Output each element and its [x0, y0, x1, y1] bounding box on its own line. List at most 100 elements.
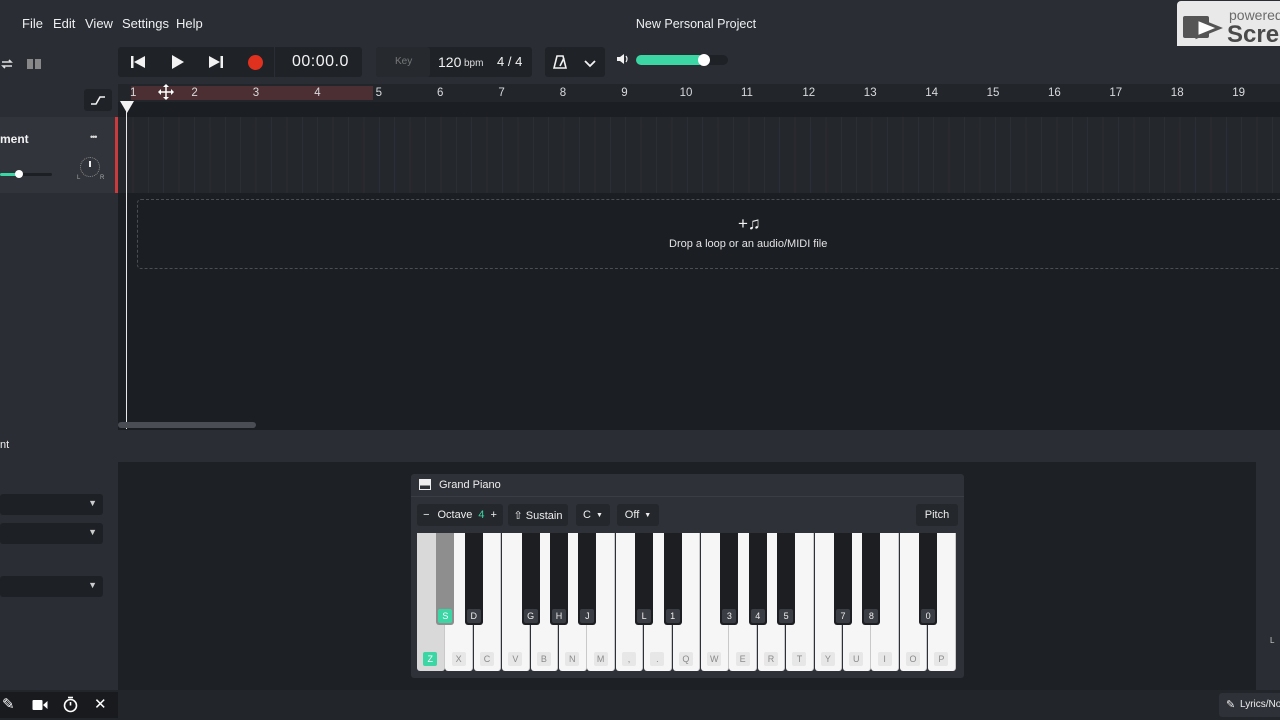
split-view-icon[interactable] [24, 54, 44, 74]
key-shortcut-label: Y [820, 652, 835, 666]
volume-icon [614, 50, 632, 68]
chevron-down-icon: ▼ [596, 511, 603, 519]
project-title: New Personal Project [635, 17, 757, 31]
piano-black-key[interactable]: 4 [748, 533, 767, 625]
drop-zone[interactable]: +♫ Drop a loop or an audio/MIDI file [137, 199, 1280, 269]
piano-black-key[interactable]: S [436, 533, 455, 625]
piano-black-key[interactable]: 3 [720, 533, 739, 625]
track-volume-handle[interactable] [15, 170, 23, 178]
piano-black-key[interactable]: 8 [862, 533, 881, 625]
menu-bar: File Edit View Settings Help New Persona… [0, 0, 1280, 46]
settings-dropdown-3[interactable]: ▼ [0, 576, 103, 597]
piano-divider [411, 496, 964, 497]
play-button[interactable] [166, 51, 190, 73]
key-shortcut-label: 4 [750, 609, 765, 623]
key-shortcut-label: E [735, 652, 750, 666]
track-more-button[interactable]: ••• [90, 132, 98, 142]
track-header[interactable]: ment ••• L R [0, 117, 118, 193]
metronome-dropdown[interactable] [578, 52, 602, 76]
piano-black-key[interactable]: 0 [919, 533, 938, 625]
lyrics-notes-button[interactable]: ✎ Lyrics/No [1219, 693, 1280, 717]
tempo-value[interactable]: 120 [438, 54, 461, 70]
transport-bar: 00:00.0 Key 120 bpm 4 / 4 [0, 46, 1280, 84]
octave-down-button[interactable]: − [423, 509, 429, 521]
key-shortcut-label: W [707, 652, 722, 666]
settings-dropdown-1[interactable]: ▼ [0, 494, 103, 515]
automation-icon [91, 96, 105, 105]
ruler-bar-number: 15 [986, 87, 1000, 99]
key-shortcut-label: L [637, 609, 652, 623]
key-shortcut-label: O [906, 652, 921, 666]
ruler-bar-number: 18 [1170, 87, 1184, 99]
key-shortcut-label: Q [678, 652, 693, 666]
sustain-button[interactable]: ⇧ Sustain [508, 504, 568, 526]
key-shortcut-label: 7 [836, 609, 850, 623]
master-volume-slider[interactable] [636, 54, 728, 66]
camera-icon[interactable] [32, 699, 48, 711]
pitch-button[interactable]: Pitch [916, 504, 958, 526]
key-shortcut-label: 1 [665, 609, 680, 623]
chevron-down-icon: ▼ [88, 498, 97, 508]
metronome-button[interactable] [548, 50, 572, 74]
skip-forward-icon [209, 56, 223, 68]
ruler-bar-number: 6 [437, 87, 444, 99]
piano-black-key[interactable]: 7 [834, 533, 852, 625]
editor-panel-title: nt [0, 439, 10, 451]
close-icon[interactable]: ✕ [94, 695, 107, 713]
skip-back-button[interactable] [126, 51, 150, 73]
ruler-bar-number: 4 [314, 87, 321, 99]
piano-black-key[interactable]: H [550, 533, 568, 625]
piano-black-key[interactable]: L [635, 533, 654, 625]
time-signature[interactable]: 4 / 4 [497, 54, 522, 69]
screen-recorder-toolbar: ✎ ✕ [0, 692, 118, 718]
track-name[interactable]: ment [0, 132, 29, 146]
piano-black-key[interactable]: D [464, 533, 483, 625]
key-shortcut-label: Z [423, 652, 438, 666]
loop-toggle-icon[interactable] [0, 54, 14, 74]
key-shortcut-label: B [536, 652, 551, 666]
key-shortcut-label: D [466, 609, 481, 623]
ruler-bar-number: 3 [252, 87, 260, 99]
instrument-name: Grand Piano [439, 479, 501, 491]
tempo-unit: bpm [464, 58, 484, 69]
playhead-line [126, 105, 127, 429]
settings-dropdown-2[interactable]: ▼ [0, 523, 103, 544]
ruler-bar-number: 16 [1048, 87, 1061, 99]
octave-label: Octave [437, 509, 473, 521]
playhead-handle[interactable] [120, 101, 134, 113]
track-volume-slider[interactable] [0, 170, 52, 178]
key-shortcut-label: 5 [779, 609, 794, 623]
key-shortcut-label: 0 [921, 609, 936, 623]
skip-back-icon [131, 56, 145, 68]
track-lane[interactable] [118, 117, 1280, 193]
pan-knob[interactable] [80, 157, 100, 177]
key-select[interactable]: C ▼ [576, 504, 610, 526]
ruler-bar-number: 10 [679, 87, 693, 99]
piano-icon [419, 479, 431, 490]
ruler-bar-number: 12 [802, 87, 816, 99]
mode-select[interactable]: Off ▼ [617, 504, 659, 526]
volume-handle[interactable] [698, 54, 711, 66]
octave-up-button[interactable]: + [490, 509, 496, 521]
time-display: 00:00.0 [292, 53, 349, 70]
virtual-piano-panel: Grand Piano − Octave 4 + ⇧ Sustain C ▼ Of… [411, 474, 964, 678]
instrument-settings-panel: ▼ ▼ ▼ [0, 462, 118, 690]
pencil-icon[interactable]: ✎ [2, 695, 15, 713]
octave-value: 4 [478, 509, 485, 521]
piano-black-key[interactable]: G [521, 533, 540, 625]
ruler-bar-number: 7 [498, 87, 505, 99]
timer-icon[interactable] [63, 696, 78, 713]
record-button[interactable] [243, 51, 267, 73]
watermark-brand-text: Scree [1227, 21, 1280, 48]
chevron-down-icon: ▼ [88, 580, 97, 590]
horizontal-scrollbar[interactable] [118, 422, 256, 428]
bottom-bar: r ✎ Lyrics/No [0, 690, 1280, 720]
piano-black-key[interactable]: 5 [777, 533, 796, 625]
automation-button[interactable] [84, 89, 112, 111]
piano-black-key[interactable]: J [578, 533, 597, 625]
mode-select-value: Off [624, 509, 640, 521]
daw-window: File Edit View Settings Help New Persona… [0, 0, 1280, 720]
watermark-logo-icon [1183, 16, 1223, 40]
skip-forward-button[interactable] [204, 51, 228, 73]
piano-black-key[interactable]: 1 [663, 533, 682, 625]
